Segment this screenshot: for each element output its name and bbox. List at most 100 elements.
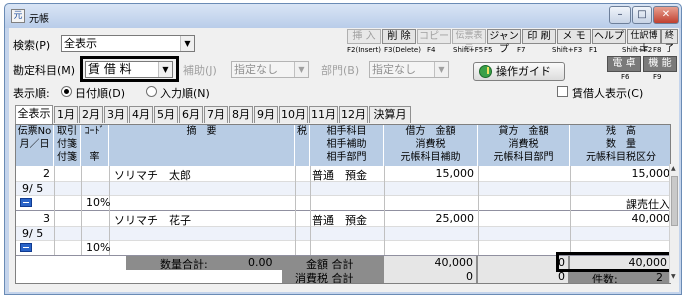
tab-month-6[interactable]: 6月: [179, 106, 203, 123]
tab-month-5[interactable]: 5月: [154, 106, 178, 123]
shiwake-hakase-button[interactable]: 仕訳博士: [627, 29, 661, 54]
exit-button[interactable]: 終 了: [661, 29, 678, 54]
ledger-icon: 元: [11, 9, 25, 23]
col-divider: [295, 166, 296, 255]
col-ledger-dept: 元帳科目部門: [493, 152, 554, 163]
order-date-radio[interactable]: [61, 86, 72, 97]
row1-date[interactable]: 9/ 5: [22, 182, 43, 195]
note-icon[interactable]: [20, 198, 32, 207]
row1-partner[interactable]: 普通 預金: [312, 167, 367, 183]
jump-button[interactable]: ジャンプ: [487, 29, 521, 55]
account-value: 賃 借 料: [88, 62, 132, 76]
col-tag-1: 付箋: [57, 139, 77, 150]
ledger-client-area: 挿 入 削 除 コピー 伝票表示 ジャンプ 印 刷 メ モ ヘルプ 仕訳博士 終…: [9, 28, 679, 292]
credit-tax-total: 0: [478, 270, 568, 283]
tab-month-4[interactable]: 4月: [129, 106, 153, 123]
tab-month-11[interactable]: 11月: [309, 106, 338, 123]
tab-all[interactable]: 全表示: [15, 105, 53, 124]
col-date: 月／日: [19, 139, 50, 150]
lessor-checkbox[interactable]: [557, 86, 568, 97]
col-quantity: 数 量: [606, 139, 636, 150]
tax-total-label: 消費税 合計: [295, 272, 354, 284]
memo-button[interactable]: メ モ: [557, 29, 591, 44]
col-credit-tax: 消費税: [508, 139, 539, 150]
row2-date[interactable]: 9/ 5: [22, 227, 43, 240]
row2-memo[interactable]: ソリマチ 花子: [114, 212, 191, 228]
col-divider: [570, 166, 571, 255]
row1-debit[interactable]: 15,000: [386, 167, 475, 180]
row-divider: [16, 240, 670, 241]
copy-button[interactable]: コピー: [417, 29, 451, 44]
col-ledger-sub: 元帳科目補助: [400, 152, 461, 163]
calculator-key: F6: [621, 73, 630, 81]
balance-total-highlight: [556, 252, 670, 272]
quantity-total-value: 0.00: [248, 256, 273, 269]
guide-label: 操作ガイド: [496, 65, 551, 78]
function-key: F9: [653, 73, 662, 81]
order-input-radio[interactable]: [146, 86, 157, 97]
note-icon[interactable]: [20, 243, 32, 252]
window-title: 元帳: [29, 14, 49, 25]
chevron-down-icon[interactable]: ▼: [158, 62, 172, 77]
subaccount-label: 補助(J): [183, 64, 217, 77]
order-input-label: 入力順(N): [160, 87, 210, 100]
row2-debit[interactable]: 25,000: [386, 212, 475, 225]
scroll-thumb[interactable]: [671, 176, 678, 226]
function-button[interactable]: 機 能: [643, 56, 677, 72]
row2-partner[interactable]: 普通 預金: [312, 212, 367, 228]
close-icon[interactable]: ✕: [653, 6, 679, 24]
debit-total: 40,000: [384, 256, 476, 270]
col-divider: [384, 166, 385, 255]
col-memo: 摘 要: [109, 125, 295, 166]
account-select[interactable]: 賃 借 料 ▼: [85, 61, 173, 78]
tab-month-8[interactable]: 8月: [229, 106, 253, 123]
scroll-down-icon[interactable]: ▼: [671, 273, 676, 280]
tab-month-7[interactable]: 7月: [204, 106, 228, 123]
row1-balance: 15,000: [631, 167, 671, 180]
tab-month-1[interactable]: 1月: [54, 106, 78, 123]
maximize-icon[interactable]: □: [632, 6, 652, 24]
operation-guide-button[interactable]: 操作ガイド: [473, 62, 565, 81]
exit-label: 終 了: [664, 31, 674, 54]
chevron-down-icon[interactable]: ▼: [434, 62, 448, 77]
col-partner-sub: 相手補助: [326, 139, 367, 150]
col-debit: 借方 金額 消費税 元帳科目補助: [384, 125, 478, 166]
vertical-scrollbar[interactable]: ▲ ▼: [669, 164, 679, 283]
col-debit-amount: 借方 金額: [405, 126, 456, 137]
col-partner: 相手科目 相手補助 相手部門: [310, 125, 384, 166]
credit-total: 0: [478, 256, 568, 270]
chevron-down-icon[interactable]: ▼: [294, 62, 308, 77]
search-label: 検索(P): [13, 39, 51, 52]
title-bar[interactable]: 元 元帳 – □ ✕: [5, 4, 681, 28]
tab-month-3[interactable]: 3月: [104, 106, 128, 123]
scroll-up-icon[interactable]: ▲: [671, 165, 676, 172]
count-value: 2: [656, 271, 663, 284]
insert-button[interactable]: 挿 入: [347, 29, 381, 44]
calculator-button[interactable]: 電 卓: [607, 56, 641, 72]
lessor-checkbox-label: 賃借人表示(C): [572, 87, 644, 100]
row1-voucher-no[interactable]: 2: [20, 167, 50, 180]
row2-voucher-no[interactable]: 3: [20, 212, 50, 225]
tab-month-12[interactable]: 12月: [339, 106, 368, 123]
help-key: F1: [589, 46, 598, 54]
col-code-label: ｺｰﾄﾞ: [84, 126, 105, 137]
department-select[interactable]: 指定なし ▼: [369, 61, 449, 78]
search-select[interactable]: 全表示 ▼: [61, 35, 195, 52]
chevron-down-icon[interactable]: ▼: [180, 36, 194, 51]
col-ledger-tax-class: 元帳科目税区分: [586, 152, 656, 163]
delete-button[interactable]: 削 除: [382, 29, 416, 44]
row1-memo[interactable]: ソリマチ 太郎: [114, 167, 191, 183]
tab-closing-month[interactable]: 決算月: [369, 106, 411, 123]
show-voucher-key: Shift+F5: [453, 46, 484, 54]
help-button[interactable]: ヘルプ: [592, 29, 626, 44]
tab-month-9[interactable]: 9月: [254, 106, 278, 123]
subaccount-value: 指定なし: [234, 63, 278, 76]
print-button[interactable]: 印 刷: [522, 29, 556, 44]
minimize-icon[interactable]: –: [609, 6, 631, 24]
tab-month-2[interactable]: 2月: [79, 106, 103, 123]
subaccount-select[interactable]: 指定なし ▼: [231, 61, 309, 78]
tab-month-10[interactable]: 10月: [279, 106, 308, 123]
col-partner-account: 相手科目: [326, 126, 367, 137]
show-voucher-button[interactable]: 伝票表示: [452, 29, 486, 54]
print-key: F7: [517, 46, 526, 54]
